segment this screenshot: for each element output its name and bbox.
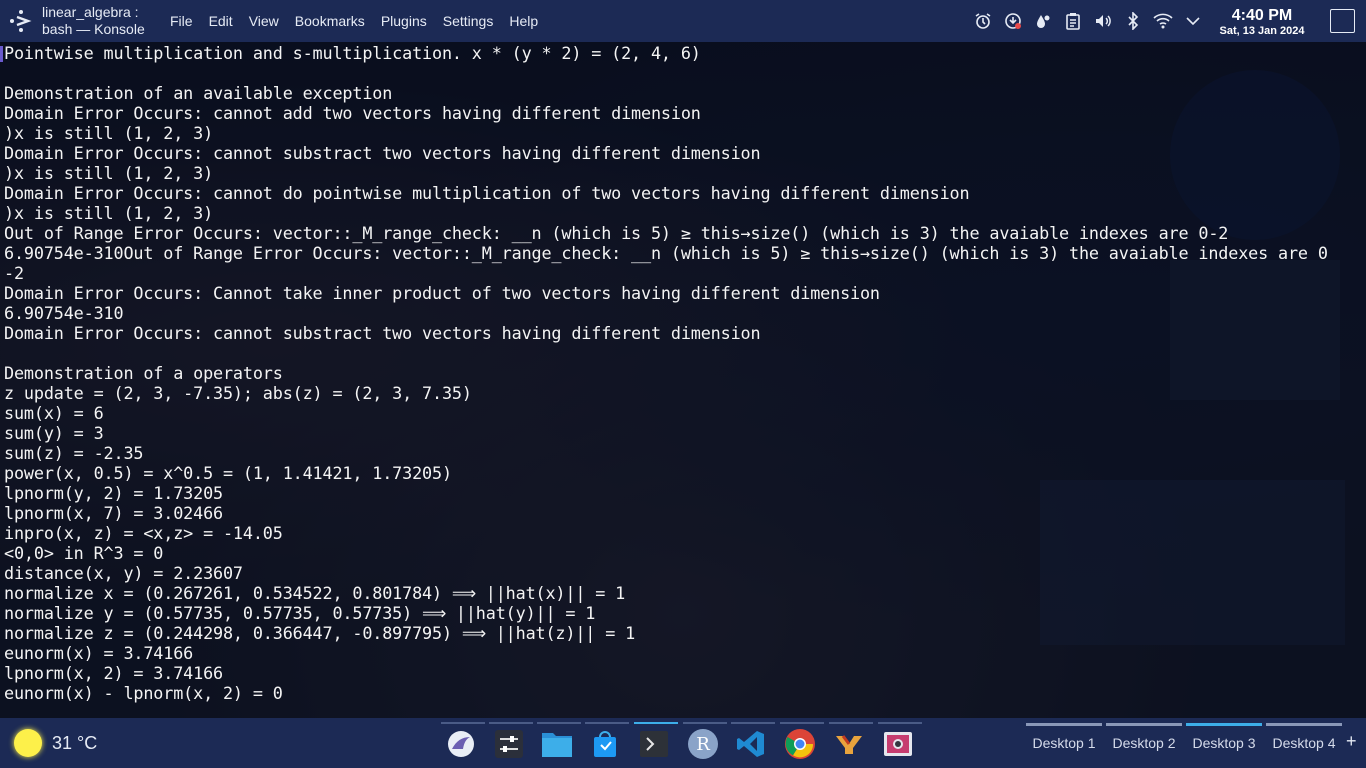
desktop-1[interactable]: Desktop 1 (1024, 718, 1104, 768)
terminal-line: 6.90754e-310 (4, 303, 124, 323)
terminal-line: )x is still (1, 2, 3) (4, 163, 214, 183)
yakuake-icon[interactable] (829, 724, 869, 764)
top-panel: linear_algebra : bash — Konsole File Edi… (0, 0, 1366, 42)
terminal-line: -2 (4, 263, 24, 283)
desktop-4[interactable]: Desktop 4 (1264, 718, 1344, 768)
vscode-icon[interactable] (731, 724, 771, 764)
mixer-icon[interactable] (489, 724, 529, 764)
clock-date: Sat, 13 Jan 2024 (1219, 25, 1305, 37)
terminal-line: sum(x) = 6 (4, 403, 104, 423)
terminal-line: power(x, 0.5) = x^0.5 = (1, 1.41421, 1.7… (4, 463, 452, 483)
menu-bookmarks[interactable]: Bookmarks (287, 0, 373, 42)
konsole-terminal[interactable]: Pointwise multiplication and s-multiplic… (0, 42, 1366, 718)
screenshot-icon[interactable] (878, 724, 918, 764)
file-manager-icon[interactable] (537, 724, 577, 764)
weather-widget[interactable]: 31 °C (14, 729, 97, 757)
bottom-taskbar: 31 °C R Desktop 1 Desktop 2 Desktop 3 De… (0, 718, 1366, 768)
terminal-line: Demonstration of a operators (4, 363, 283, 383)
terminal-line: Pointwise multiplication and s-multiplic… (4, 43, 701, 63)
terminal-line: sum(z) = -2.35 (4, 443, 144, 463)
updates-icon[interactable] (998, 0, 1028, 42)
kdeconnect-icon[interactable] (441, 724, 481, 764)
weather-drops-icon[interactable] (1028, 0, 1058, 42)
menu-settings[interactable]: Settings (435, 0, 502, 42)
menu-view[interactable]: View (241, 0, 287, 42)
desktop-2[interactable]: Desktop 2 (1104, 718, 1184, 768)
show-desktop-button[interactable] (1330, 9, 1355, 33)
app-launcher-button[interactable] (0, 0, 42, 42)
konsole-icon[interactable] (634, 724, 674, 764)
bluetooth-icon[interactable] (1118, 0, 1148, 42)
svg-text:R: R (696, 734, 710, 755)
terminal-line: normalize x = (0.267261, 0.534522, 0.801… (4, 583, 626, 603)
menu-edit[interactable]: Edit (201, 0, 241, 42)
window-title-line2: bash — Konsole (42, 21, 145, 37)
terminal-line: )x is still (1, 2, 3) (4, 123, 214, 143)
terminal-line: Domain Error Occurs: Cannot take inner p… (4, 283, 880, 303)
launcher-icon (10, 10, 32, 32)
terminal-line: distance(x, y) = 2.23607 (4, 563, 243, 583)
terminal-line: Domain Error Occurs: cannot substract tw… (4, 143, 761, 163)
alarm-icon[interactable] (968, 0, 998, 42)
terminal-line: eunorm(x) = 3.74166 (4, 643, 194, 663)
terminal-line: Domain Error Occurs: cannot add two vect… (4, 103, 701, 123)
terminal-line: eunorm(x) - lpnorm(x, 2) = 0 (4, 683, 283, 703)
window-title: linear_algebra : bash — Konsole (42, 4, 162, 38)
terminal-line: inpro(x, z) = <x,z> = -14.05 (4, 523, 283, 543)
terminal-line: 6.90754e-310Out of Range Error Occurs: v… (4, 243, 1328, 263)
menu-help[interactable]: Help (501, 0, 546, 42)
terminal-line: z update = (2, 3, -7.35); abs(z) = (2, 3… (4, 383, 472, 403)
terminal-line: )x is still (1, 2, 3) (4, 203, 214, 223)
virtual-desktop-pager: Desktop 1 Desktop 2 Desktop 3 Desktop 4 (1024, 718, 1344, 768)
desktop-3[interactable]: Desktop 3 (1184, 718, 1264, 768)
terminal-line: Domain Error Occurs: cannot do pointwise… (4, 183, 970, 203)
terminal-line: Demonstration of an available exception (4, 83, 393, 103)
volume-icon[interactable] (1088, 0, 1118, 42)
menu-file[interactable]: File (162, 0, 201, 42)
terminal-line: normalize y = (0.57735, 0.57735, 0.57735… (4, 603, 596, 623)
terminal-line: lpnorm(x, 7) = 3.02466 (4, 503, 223, 523)
terminal-line: sum(y) = 3 (4, 423, 104, 443)
menu-plugins[interactable]: Plugins (373, 0, 435, 42)
store-icon[interactable] (585, 724, 625, 764)
clipboard-icon[interactable] (1058, 0, 1088, 42)
system-tray (968, 0, 1208, 42)
terminal-line: normalize z = (0.244298, 0.366447, -0.89… (4, 623, 636, 643)
wifi-icon[interactable] (1148, 0, 1178, 42)
digital-clock[interactable]: 4:40 PM Sat, 13 Jan 2024 (1208, 6, 1316, 38)
terminal-scroll-marker (0, 46, 3, 62)
r-icon[interactable]: R (683, 724, 723, 764)
clock-time: 4:40 PM (1231, 7, 1293, 24)
chevron-down-icon[interactable] (1178, 0, 1208, 42)
terminal-line: Out of Range Error Occurs: vector::_M_ra… (4, 223, 1229, 243)
weather-temperature: 31 °C (52, 732, 98, 753)
terminal-line: lpnorm(x, 2) = 3.74166 (4, 663, 223, 683)
terminal-line: lpnorm(y, 2) = 1.73205 (4, 483, 223, 503)
window-title-line1: linear_algebra : (42, 4, 139, 20)
terminal-line: <0,0> in R^3 = 0 (4, 543, 164, 563)
sun-icon (14, 729, 42, 757)
terminal-output: Pointwise multiplication and s-multiplic… (4, 43, 1328, 703)
menu-bar: File Edit View Bookmarks Plugins Setting… (162, 0, 546, 42)
terminal-line: Domain Error Occurs: cannot substract tw… (4, 323, 761, 343)
chrome-icon[interactable] (780, 724, 820, 764)
add-desktop-button[interactable]: + (1346, 731, 1357, 752)
